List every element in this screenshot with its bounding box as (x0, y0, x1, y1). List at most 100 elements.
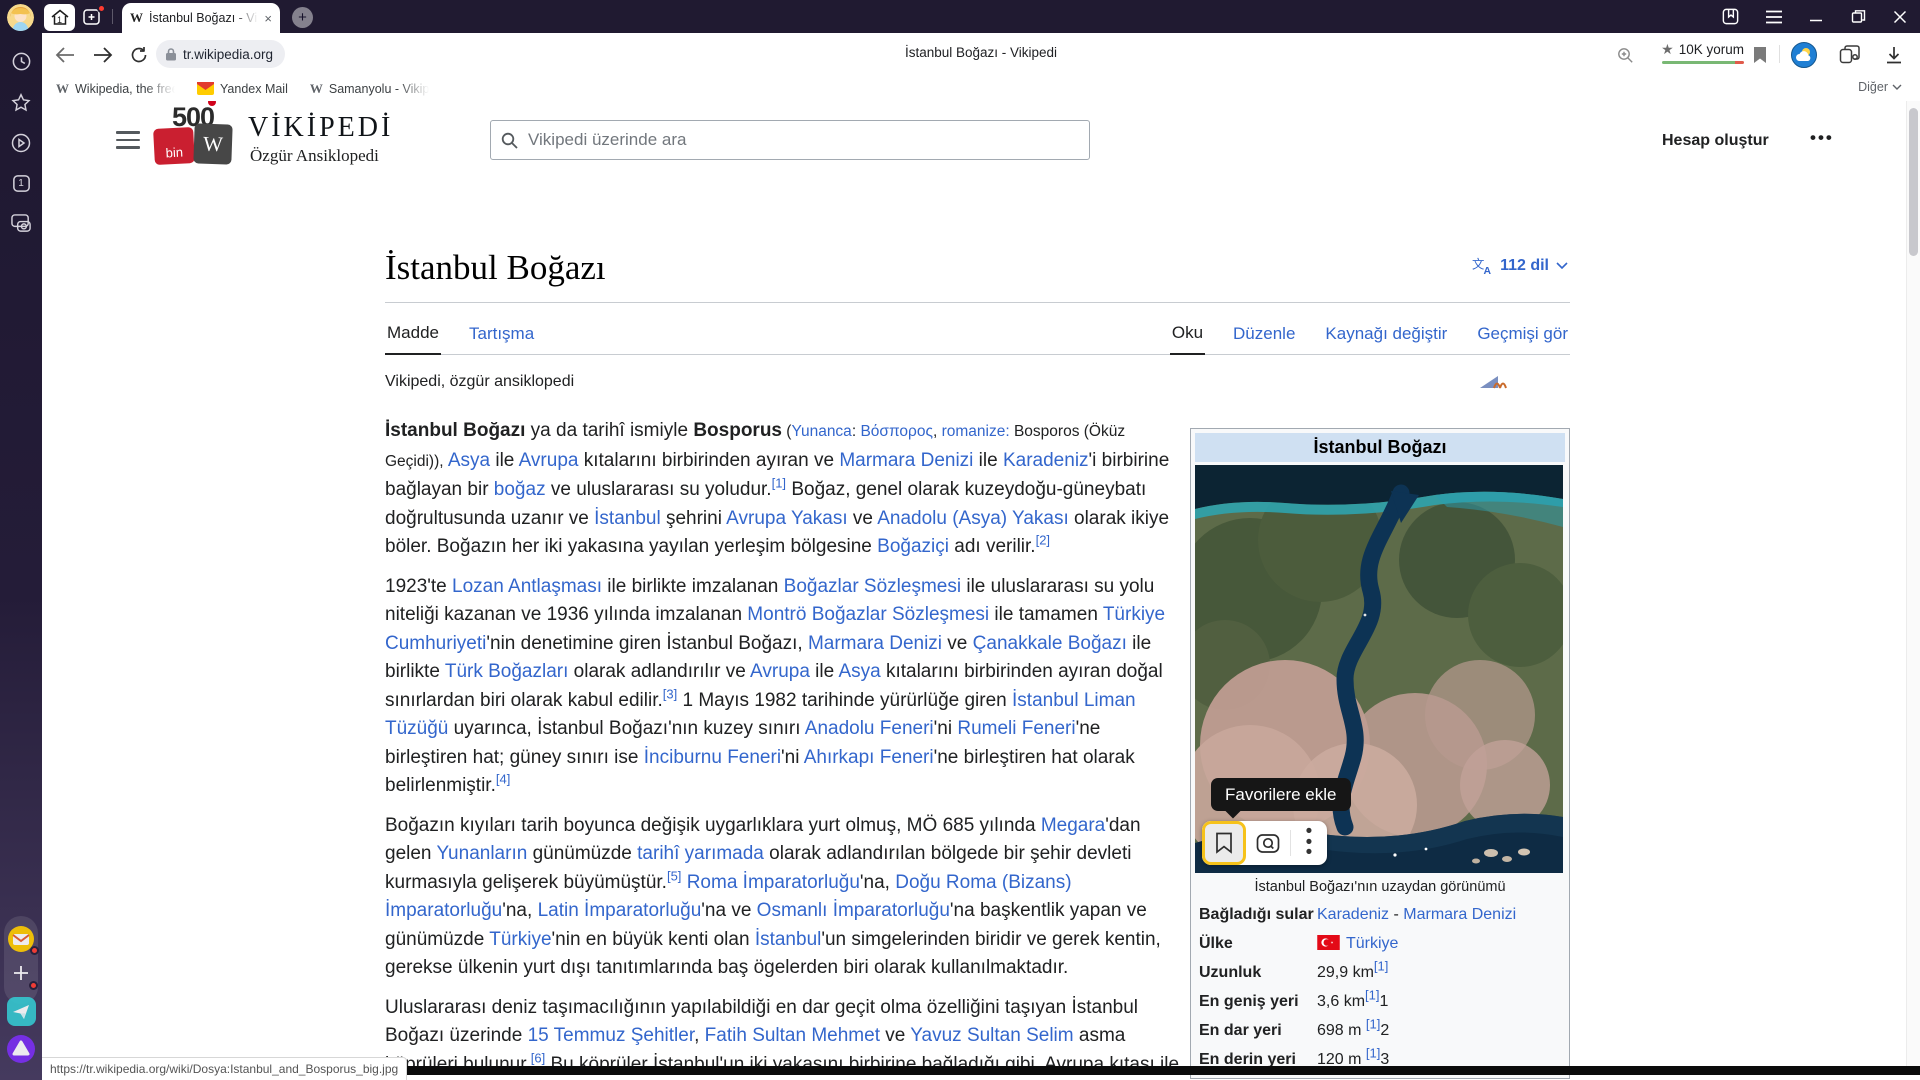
bridge-portal-icon[interactable] (1480, 374, 1510, 395)
inline-link[interactable]: Megara (1041, 815, 1105, 836)
collections-icon[interactable] (1836, 41, 1864, 69)
wiki-wordmark[interactable]: VİKİPEDİ (248, 112, 393, 144)
inline-link[interactable]: İstanbul (594, 508, 661, 529)
create-account-link[interactable]: Hesap oluştur (1662, 132, 1769, 150)
inline-link[interactable]: Marmara Denizi (808, 633, 942, 654)
inline-link[interactable]: Karadeniz (1003, 450, 1089, 471)
inline-link[interactable]: Fatih Sultan Mehmet (705, 1025, 880, 1046)
screenshot-icon[interactable] (0, 208, 42, 238)
inline-link[interactable]: Osmanlı İmparatorluğu (757, 900, 950, 921)
scrollbar-thumb[interactable] (1909, 108, 1918, 256)
downloads-icon[interactable] (1880, 41, 1908, 69)
inline-link[interactable]: Montrö Boğazlar Sözleşmesi (747, 604, 989, 625)
bookmarks-more-button[interactable]: Diğer (1858, 80, 1902, 94)
inline-link[interactable]: Rumeli Feneri (957, 718, 1075, 739)
inline-link[interactable]: [3] (663, 686, 677, 701)
window-close-button[interactable] (1882, 0, 1918, 33)
inline-link[interactable]: Boğazlar Sözleşmesi (784, 576, 961, 597)
inline-link[interactable]: [1] (1366, 1017, 1380, 1032)
add-app-icon[interactable] (0, 958, 42, 988)
media-play-icon[interactable] (0, 128, 42, 158)
inline-link[interactable]: [1] (1366, 1046, 1380, 1061)
wiki-search-box[interactable] (490, 120, 1090, 160)
messenger-app-icon[interactable] (0, 996, 42, 1026)
inline-link[interactable]: Asya (838, 661, 880, 682)
forward-button[interactable] (90, 42, 116, 68)
zoom-search-icon[interactable] (1612, 42, 1638, 68)
weather-widget-icon[interactable] (1790, 41, 1818, 69)
inline-link[interactable]: Karadeniz (1317, 906, 1389, 923)
inline-link[interactable]: tarihî yarımada (637, 843, 764, 864)
new-window-icon[interactable] (82, 7, 104, 27)
bookmark-item-samanyolu[interactable]: W Samanyolu - Vikip (310, 81, 429, 97)
yandex-mail-app-icon[interactable] (0, 924, 42, 954)
tab-duzenle[interactable]: Düzenle (1231, 324, 1297, 354)
inline-link[interactable]: Yunanların (436, 843, 527, 864)
inline-link[interactable]: [5] (667, 868, 681, 883)
image-more-menu-button[interactable]: ••• (1291, 821, 1327, 865)
inline-link[interactable]: Lozan Antlaşması (452, 576, 602, 597)
inline-link[interactable]: Anadolu Feneri (805, 718, 934, 739)
header-more-menu[interactable]: ••• (1810, 128, 1834, 148)
wikipedia-logo[interactable]: 500 bin W (150, 104, 236, 172)
inline-link[interactable]: Avrupa (519, 450, 579, 471)
infobox-image[interactable]: Favorilere ekle (1195, 465, 1563, 873)
inline-link[interactable]: Yavuz Sultan Selim (910, 1025, 1073, 1046)
inline-link[interactable]: Anadolu (Asya) Yakası (877, 508, 1069, 529)
address-bar[interactable]: tr.wikipedia.org (156, 40, 285, 68)
browser-tab-active[interactable]: W İstanbul Boğazı - Vikipedi × (122, 3, 280, 33)
home-button[interactable]: 1 (44, 4, 75, 31)
tab-tartisma[interactable]: Tartışma (467, 324, 536, 354)
tab-oku[interactable]: Oku (1170, 323, 1205, 355)
reload-button[interactable] (126, 42, 152, 68)
reviews-rating[interactable]: ★ 10K yorum (1661, 41, 1744, 58)
search-input[interactable] (528, 130, 1079, 150)
tab-kaynagi-degistir[interactable]: Kaynağı değiştir (1323, 324, 1449, 354)
inline-link[interactable]: [4] (496, 772, 510, 787)
inline-link[interactable]: Asya (448, 450, 490, 471)
inline-link[interactable]: Türkiye (1346, 935, 1398, 952)
inline-link[interactable]: Yunanca (791, 423, 851, 440)
add-to-favorites-button[interactable] (1202, 821, 1246, 865)
inline-link[interactable]: boğaz (494, 479, 546, 500)
inline-link[interactable]: 15 Temmuz Şehitler (528, 1025, 695, 1046)
inline-link[interactable]: Boğaziçi (877, 536, 949, 557)
bookmarks-star-icon[interactable] (0, 88, 42, 118)
language-selector[interactable]: 文 A 112 dil (1472, 256, 1568, 275)
window-minimize-button[interactable] (1798, 0, 1834, 33)
tab-madde[interactable]: Madde (385, 323, 441, 355)
page-scrollbar[interactable] (1906, 100, 1920, 1066)
back-button[interactable] (52, 42, 78, 68)
alice-assistant-icon[interactable] (0, 1034, 42, 1064)
inline-link[interactable]: Türkiye (489, 929, 551, 950)
browser-menu-icon[interactable] (1756, 0, 1792, 33)
inline-link[interactable]: Çanakkale Boğazı (973, 633, 1127, 654)
tab-counter[interactable]: 1 (0, 168, 42, 198)
bookmark-item-wikipedia[interactable]: W Wikipedia, the free (56, 81, 175, 97)
inline-link[interactable]: İnciburnu Feneri (644, 747, 781, 768)
inline-link[interactable]: Marmara Denizi (839, 450, 973, 471)
inline-link[interactable]: Türk Boğazları (445, 661, 569, 682)
tab-gecmisi-gor[interactable]: Geçmişi gör (1475, 324, 1570, 354)
inline-link[interactable]: [1] (1374, 959, 1388, 974)
inline-link[interactable]: Ahırkapı Feneri (804, 747, 934, 768)
wiki-main-menu-icon[interactable] (116, 131, 140, 149)
bookmark-page-icon[interactable] (1746, 41, 1774, 69)
inline-link[interactable]: [1] (772, 476, 786, 491)
inline-link[interactable]: Marmara Denizi (1403, 906, 1516, 923)
bookmark-item-yandex-mail[interactable]: Yandex Mail (197, 82, 288, 96)
side-panel-icon[interactable] (1712, 0, 1748, 33)
tab-close-icon[interactable]: × (264, 11, 272, 26)
inline-link[interactable]: Βόσπορος (860, 423, 933, 440)
profile-avatar[interactable] (7, 4, 34, 31)
new-tab-button[interactable]: + (292, 7, 313, 28)
visual-search-button[interactable] (1246, 821, 1290, 865)
inline-link[interactable]: Avrupa Yakası (726, 508, 847, 529)
inline-link[interactable]: romanize: (942, 423, 1014, 440)
inline-link[interactable]: Avrupa (750, 661, 810, 682)
inline-link[interactable]: [1] (1365, 988, 1379, 1003)
window-restore-button[interactable] (1840, 0, 1876, 33)
inline-link[interactable]: Latin İmparatorluğu (538, 900, 702, 921)
inline-link[interactable]: İstanbul (755, 929, 822, 950)
inline-link[interactable]: Roma İmparatorluğu (687, 872, 860, 893)
